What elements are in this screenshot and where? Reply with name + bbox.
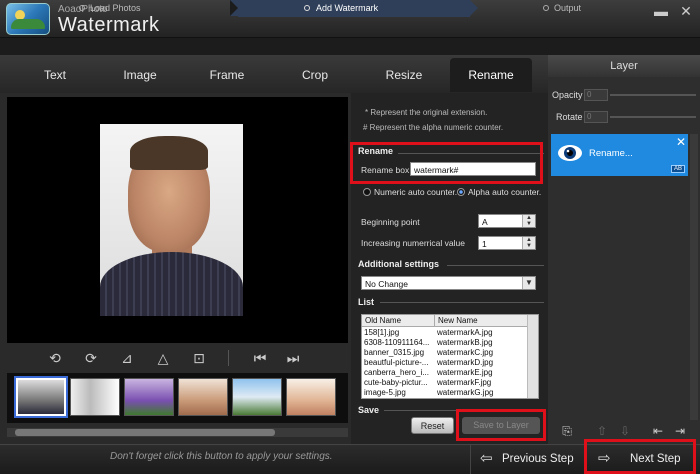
list-section-label: List [358,297,375,307]
list-new-name: watermarkF.jpg [437,378,492,387]
thumbnail[interactable] [124,378,174,416]
fit-view-icon[interactable]: ⊡ [190,349,208,367]
preview-photo [100,124,243,316]
save-template-icon[interactable]: ⇤ [651,424,665,438]
opacity-slider[interactable] [610,94,696,96]
step-output[interactable]: Output [540,0,660,17]
list-header-new-name[interactable]: New Name [435,315,529,327]
thumbnail[interactable] [70,378,120,416]
next-image-icon[interactable]: ⏭ [284,349,302,367]
step-chevron [470,0,478,16]
export-layer-icon[interactable]: ⎘ [560,424,574,438]
rename-section-label: Rename [358,146,394,156]
apply-hint-text: Don't forget click this button to apply … [110,451,333,462]
thumbnail-scrollbar[interactable] [7,428,348,437]
list-new-name: watermarkC.jpg [437,348,494,357]
next-step-label: Next Step [630,453,681,465]
arrow-left-icon: ⇦ [480,450,493,467]
tab-resize[interactable]: Resize [363,58,445,92]
app-title: Watermark [58,14,160,36]
list-old-name: beautful-picture-... [364,358,429,367]
increasing-value-spinner[interactable]: 1 ▲ ▼ [478,236,536,250]
close-button[interactable]: ✕ [677,2,695,20]
rename-list[interactable]: Old Name New Name 158[1].jpg watermarkA.… [361,314,539,399]
note-extension: * Represent the original extension. [365,108,488,117]
list-new-name: watermarkA.jpg [437,328,493,337]
list-new-name: watermarkD.jpg [437,358,494,367]
additional-settings-select[interactable]: No Change ▼ [361,276,536,290]
previous-image-icon[interactable]: ⏮ [251,349,269,367]
note-counter: # Represent the alpha numeric counter. [363,123,504,132]
step-load-photos[interactable]: Load Photos [76,0,226,17]
layer-panel-title: Layer [548,55,700,77]
beginning-point-label: Beginning point [361,217,420,227]
rotate-right-icon[interactable]: ⟳ [82,349,100,367]
layer-type-badge: AB [670,165,685,173]
visibility-eye-icon[interactable] [557,143,583,163]
rename-box-label: Rename box [361,165,410,175]
tab-image[interactable]: Image [99,58,181,92]
bottom-divider [470,444,471,474]
rotate-input[interactable]: 0 [584,111,608,123]
flip-horizontal-icon[interactable]: △ [154,349,172,367]
load-template-icon[interactable]: ⇥ [673,424,687,438]
list-old-name: 158[1].jpg [364,328,400,337]
layer-scrollbar[interactable] [690,134,698,420]
list-old-name: cute-baby-pictur... [364,378,428,387]
list-old-name: 6308-110911164... [364,338,430,347]
step-chevron [230,0,238,16]
save-to-layer-button[interactable]: Save to Layer [462,417,540,434]
thumbnail[interactable] [286,378,336,416]
thumbnail[interactable] [178,378,228,416]
app-logo [6,3,50,35]
numeric-counter-label: Numeric auto counter. [374,187,458,197]
list-header-old-name[interactable]: Old Name [362,315,435,327]
arrow-right-icon: ⇨ [598,450,611,467]
numeric-counter-radio[interactable] [363,188,371,196]
tab-text[interactable]: Text [14,58,96,92]
rotate-label: Rotate [556,112,583,122]
tab-rename[interactable]: Rename [450,58,532,92]
move-down-icon[interactable]: ⇩ [618,424,632,438]
rename-box-input[interactable]: watermark# [410,162,536,176]
section-divider [447,265,544,266]
alpha-counter-radio[interactable] [457,188,465,196]
thumbnail[interactable] [14,376,68,418]
list-new-name: watermarkB.jpg [437,338,493,347]
section-divider [380,302,544,303]
list-new-name: watermarkE.jpg [437,368,493,377]
opacity-input[interactable]: 0 [584,89,608,101]
flip-vertical-icon[interactable]: ⊿ [118,349,136,367]
increasing-value-label: Increasing numerrical value [361,238,465,248]
list-new-name: watermarkG.jpg [437,388,494,397]
layer-delete-icon[interactable]: ✕ [674,135,688,149]
move-up-icon[interactable]: ⇧ [595,424,609,438]
layer-item-label: Rename... [589,148,633,159]
tab-frame[interactable]: Frame [186,58,268,92]
beginning-point-spinner[interactable]: A ▲ ▼ [478,214,536,228]
list-old-name: canberra_hero_i... [364,368,429,377]
previous-step-label: Previous Step [502,453,574,465]
step-bar [0,38,700,55]
reset-button[interactable]: Reset [411,417,454,434]
tool-divider [228,350,229,366]
save-section-label: Save [358,405,380,415]
rotate-slider[interactable] [610,116,696,118]
alpha-counter-label: Alpha auto counter. [468,187,542,197]
step-add-watermark[interactable]: Add Watermark [238,0,470,17]
layer-item-rename[interactable]: Rename... AB [551,134,688,176]
rotate-left-icon[interactable]: ⟲ [46,349,64,367]
thumbnail[interactable] [232,378,282,416]
next-step-button[interactable]: ⇨ Next Step [592,444,692,474]
opacity-label: Opacity [552,90,583,100]
previous-step-button[interactable]: ⇦ Previous Step [476,444,586,474]
tab-crop[interactable]: Crop [274,58,356,92]
additional-settings-label: Additional settings [358,259,439,269]
list-old-name: banner_0315.jpg [364,348,425,357]
list-old-name: image-5.jpg [364,388,406,397]
